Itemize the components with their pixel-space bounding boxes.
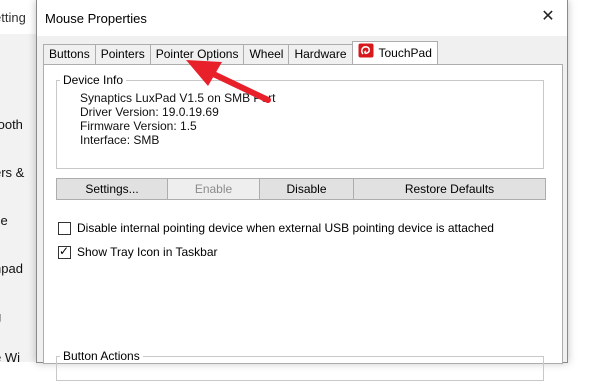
tab-buttons[interactable]: Buttons	[43, 44, 96, 64]
background-item-typing[interactable]: g	[0, 309, 1, 324]
device-info-legend: Device Info	[63, 73, 124, 87]
checkbox-box[interactable]: ✓	[58, 243, 71, 259]
device-button-row: Settings... Enable Disable Restore Defau…	[56, 178, 546, 200]
background-item-printers[interactable]: ers &	[0, 165, 24, 180]
checkmark-icon: ✓	[59, 243, 70, 258]
checkbox-box[interactable]	[58, 221, 71, 235]
show-tray-icon-checkbox[interactable]: ✓ Show Tray Icon in Taskbar	[58, 243, 218, 259]
dialog-title: Mouse Properties	[45, 11, 147, 26]
synaptics-icon	[358, 43, 374, 65]
tab-strip: Buttons Pointers Pointer Options Wheel H…	[43, 41, 438, 65]
titlebar: Mouse Properties ✕	[37, 0, 567, 36]
tab-label: Wheel	[249, 47, 284, 61]
driver-version: Driver Version: 19.0.19.69	[80, 105, 219, 119]
tab-wheel[interactable]: Wheel	[243, 44, 290, 64]
disable-internal-checkbox[interactable]: Disable internal pointing device when ex…	[58, 221, 494, 235]
button-actions-group: Button Actions	[56, 349, 544, 381]
interface: Interface: SMB	[80, 133, 160, 147]
tab-pointers[interactable]: Pointers	[94, 44, 151, 64]
tab-pointer-options[interactable]: Pointer Options	[149, 44, 245, 64]
touchpad-panel: Device Info Synaptics LuxPad V1.5 on SMB…	[43, 64, 563, 381]
tab-label: Pointers	[100, 47, 145, 61]
background-item-pen[interactable]: e Wi	[0, 350, 20, 362]
tab-label: Buttons	[49, 47, 90, 61]
button-actions-legend: Button Actions	[63, 349, 140, 363]
background-title: etting	[0, 10, 26, 25]
background-titlebar: etting	[0, 0, 40, 34]
restore-defaults-button[interactable]: Restore Defaults	[353, 178, 546, 200]
settings-button[interactable]: Settings...	[56, 178, 168, 200]
tab-label: TouchPad	[378, 46, 432, 60]
tab-label: Pointer Options	[155, 47, 239, 61]
background-settings-window: etting tooth ers & se hpad g e Wi	[0, 0, 41, 362]
background-item-touchpad[interactable]: hpad	[0, 261, 23, 276]
checkbox-label: Disable internal pointing device when ex…	[77, 221, 494, 235]
enable-button[interactable]: Enable	[167, 178, 260, 200]
background-item-mouse[interactable]: se	[0, 213, 8, 228]
close-icon[interactable]: ✕	[539, 8, 557, 26]
tab-touchpad[interactable]: TouchPad	[351, 41, 438, 65]
checkbox-label: Show Tray Icon in Taskbar	[77, 245, 218, 259]
tab-label: Hardware	[294, 47, 347, 61]
disable-button[interactable]: Disable	[259, 178, 354, 200]
tab-hardware[interactable]: Hardware	[288, 44, 353, 64]
background-item-bluetooth[interactable]: tooth	[0, 117, 23, 132]
mouse-properties-dialog: Mouse Properties ✕ Buttons Pointers Poin…	[36, 0, 568, 381]
device-name: Synaptics LuxPad V1.5 on SMB Port	[80, 91, 276, 105]
firmware-version: Firmware Version: 1.5	[80, 119, 197, 133]
